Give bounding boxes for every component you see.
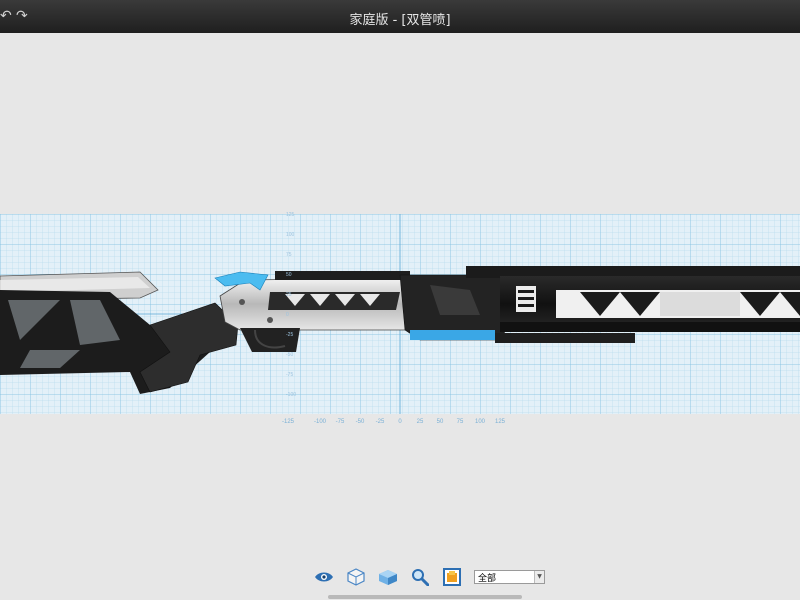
title-bar: ↶ ↷ 家庭版 - [双管喷]	[0, 0, 800, 34]
x-tick-label: 100	[474, 419, 486, 425]
gun-barrel	[466, 266, 800, 332]
cube-solid-icon[interactable]	[376, 566, 400, 588]
cube-outline-icon[interactable]	[344, 566, 368, 588]
x-tick-label: 25	[416, 419, 424, 425]
x-tick-label: -125	[281, 419, 295, 425]
model-scene[interactable]	[0, 33, 800, 600]
layer-select[interactable]: 全部 ▼	[474, 570, 545, 584]
eye-icon[interactable]	[312, 566, 336, 588]
bottom-toolbar: 全部 ▼	[312, 565, 545, 589]
magnifier-icon[interactable]	[408, 566, 432, 588]
y-tick-label: 100	[286, 232, 295, 238]
chevron-down-icon[interactable]: ▼	[534, 571, 544, 583]
y-tick-label: 0	[286, 312, 289, 318]
x-tick-label: -100	[313, 419, 327, 425]
y-tick-label: 75	[286, 252, 292, 258]
y-tick-label: -100	[286, 392, 297, 398]
x-tick-label: 75	[456, 419, 464, 425]
x-tick-label: 125	[494, 419, 506, 425]
x-tick-label: -75	[335, 419, 345, 425]
y-tick-label: 25	[286, 292, 292, 298]
x-tick-label: 0	[398, 419, 402, 425]
y-tick-label: 50	[286, 272, 292, 278]
x-tick-label: -50	[355, 419, 365, 425]
home-indicator[interactable]	[328, 595, 522, 599]
y-tick-label: 125	[286, 212, 295, 218]
x-tick-label: -25	[375, 419, 385, 425]
layer-select-value: 全部	[478, 573, 497, 584]
y-tick-label: -50	[286, 352, 294, 358]
material-swatch-icon[interactable]	[440, 566, 464, 588]
x-tick-label: 50	[436, 419, 444, 425]
y-tick-label: -25	[286, 332, 294, 338]
y-tick-label: -75	[286, 372, 294, 378]
window-title: 家庭版 - [双管喷]	[349, 13, 451, 28]
